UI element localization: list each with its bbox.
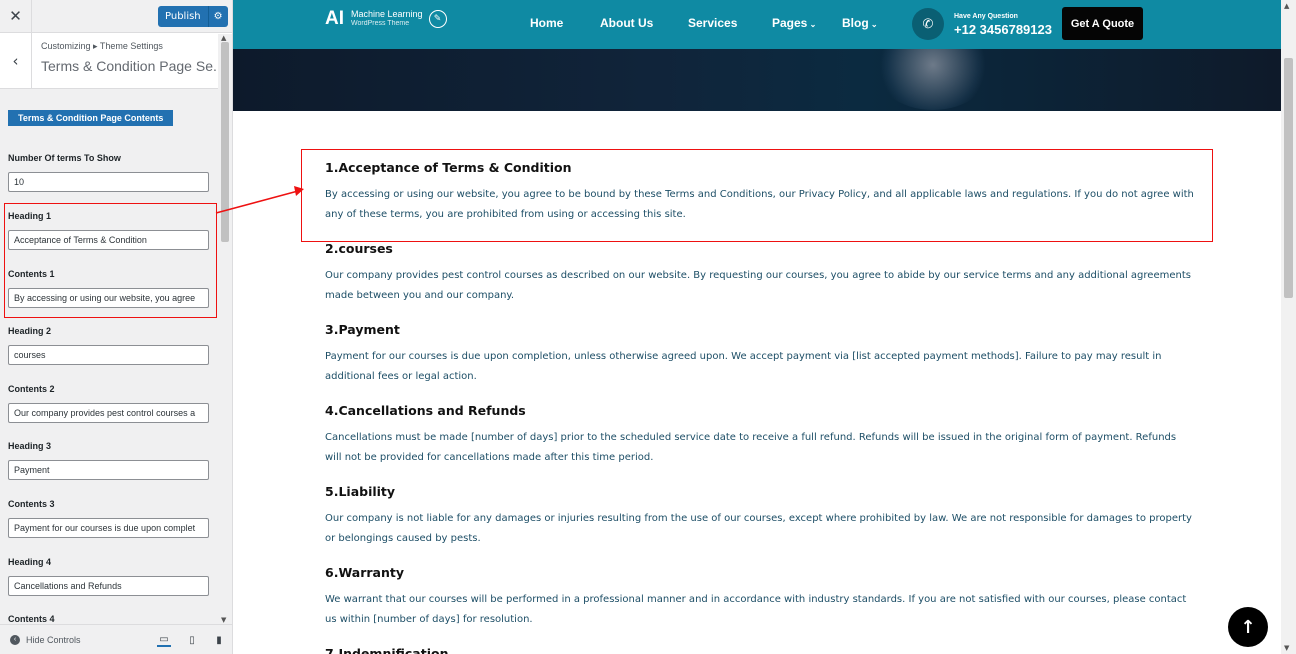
menu-services[interactable]: Services (688, 16, 737, 30)
gear-icon[interactable]: ⚙ (207, 6, 228, 27)
pencil-icon[interactable]: ✎ (428, 10, 447, 28)
contents-2-input[interactable]: Our company provides pest control course… (8, 403, 209, 423)
field-label: Heading 1 (8, 211, 52, 221)
scroll-down-icon[interactable]: ▼ (221, 616, 226, 624)
heading-3-input[interactable]: Payment (8, 460, 209, 480)
field-number-of-terms: Number Of terms To Show 10 (8, 153, 209, 192)
desktop-preview-icon[interactable]: ▭ (157, 633, 171, 647)
section-tag: Terms & Condition Page Contents (8, 110, 174, 126)
menu-home[interactable]: Home (530, 16, 563, 30)
logo-subtitle: WordPress Theme (351, 20, 410, 27)
field-heading-1: Heading 1 Acceptance of Terms & Conditio… (8, 211, 209, 250)
tablet-preview-icon[interactable]: ▯ (185, 633, 199, 647)
field-label: Number Of terms To Show (8, 153, 121, 163)
menu-blog-label: Blog (842, 16, 869, 30)
hide-controls-label: Hide Controls (26, 634, 81, 645)
logo-ai: AI (325, 8, 344, 29)
term-text: By accessing or using our website, you a… (325, 189, 1194, 220)
term-heading: 7.Indemnification (325, 646, 449, 654)
collapse-icon: ‹ (10, 634, 20, 645)
field-contents-2: Contents 2 Our company provides pest con… (8, 384, 209, 423)
hide-controls-button[interactable]: ‹ Hide Controls (10, 634, 81, 645)
term-item: 4.Cancellations and Refunds Cancellation… (325, 403, 1195, 468)
scroll-thumb[interactable] (221, 42, 229, 242)
contents-3-input[interactable]: Payment for our courses is due upon comp… (8, 518, 209, 538)
scroll-to-top-button[interactable]: ↑ (1228, 607, 1268, 647)
site-logo[interactable]: AI Machine Learning WordPress Theme ✎ (325, 8, 447, 30)
mobile-preview-icon[interactable]: ▮ (212, 633, 226, 647)
terms-list: 1.Acceptance of Terms & Condition By acc… (325, 160, 1195, 654)
field-label: Heading 4 (8, 557, 52, 567)
menu-blog[interactable]: Blog ⌄ (842, 16, 878, 30)
customizer-sidebar: ✕ Publish ⚙ ‹ Customizing ▸ Theme Settin… (0, 0, 233, 654)
phone-number[interactable]: +12 3456789123 (954, 22, 1052, 37)
breadcrumb: Customizing ▸ Theme Settings (41, 41, 163, 51)
term-heading: 6.Warranty (325, 565, 405, 580)
publish-button[interactable]: Publish (158, 6, 208, 27)
heading-2-input[interactable]: courses (8, 345, 209, 365)
term-heading: 3.Payment (325, 322, 400, 337)
customizer-topbar: ✕ Publish ⚙ (0, 0, 232, 33)
scroll-thumb[interactable] (1284, 58, 1293, 298)
menu-pages-label: Pages (772, 16, 808, 30)
term-heading: 5.Liability (325, 484, 396, 499)
menu-about-us[interactable]: About Us (600, 16, 653, 30)
term-heading: 4.Cancellations and Refunds (325, 403, 526, 418)
publish-group: Publish ⚙ (158, 6, 228, 27)
section-header: ‹ Customizing ▸ Theme Settings Terms & C… (0, 33, 232, 89)
field-heading-4: Heading 4 Cancellations and Refunds (8, 557, 209, 596)
question-label: Have Any Question (954, 13, 1018, 20)
customizer-footer: ‹ Hide Controls ▭ ▯ ▮ (0, 624, 232, 654)
back-arrow-icon[interactable]: ‹ (0, 33, 32, 88)
field-contents-1: Contents 1 By accessing or using our web… (8, 269, 209, 308)
chevron-down-icon: ⌄ (807, 20, 817, 29)
contents-1-input[interactable]: By accessing or using our website, you a… (8, 288, 209, 308)
phone-icon[interactable]: ✆ (912, 8, 944, 40)
get-a-quote-button[interactable]: Get A Quote (1062, 7, 1143, 40)
close-icon[interactable]: ✕ (0, 0, 32, 33)
term-item: 7.Indemnification (325, 646, 1195, 654)
controls-panel: Terms & Condition Page Contents Number O… (0, 90, 218, 624)
logo-title: Machine Learning (351, 9, 423, 19)
sidebar-scrollbar[interactable]: ▲ ▼ (218, 34, 232, 624)
term-item: 3.Payment Payment for our courses is due… (325, 322, 1195, 387)
site-navbar: AI Machine Learning WordPress Theme ✎ Ho… (233, 0, 1281, 49)
section-title: Terms & Condition Page Se... (41, 58, 225, 74)
heading-4-input[interactable]: Cancellations and Refunds (8, 576, 209, 596)
field-heading-2: Heading 2 courses (8, 326, 209, 365)
term-item: 2.courses Our company provides pest cont… (325, 241, 1195, 306)
scroll-up-icon[interactable]: ▲ (1284, 2, 1289, 10)
term-text: Our company is not liable for any damage… (325, 513, 1192, 544)
field-contents-4: Contents 4 (8, 614, 209, 624)
term-item: 5.Liability Our company is not liable fo… (325, 484, 1195, 549)
term-text: Our company provides pest control course… (325, 270, 1191, 301)
term-item: 1.Acceptance of Terms & Condition By acc… (325, 160, 1195, 225)
term-item: 6.Warranty We warrant that our courses w… (325, 565, 1195, 630)
term-text: We warrant that our courses will be perf… (325, 594, 1187, 625)
term-text: Cancellations must be made [number of da… (325, 432, 1177, 463)
chevron-down-icon: ⌄ (868, 20, 878, 29)
site-preview: AI Machine Learning WordPress Theme ✎ Ho… (233, 0, 1296, 654)
menu-pages[interactable]: Pages ⌄ (772, 16, 816, 30)
term-text: Payment for our courses is due upon comp… (325, 351, 1162, 382)
scroll-down-icon[interactable]: ▼ (1284, 644, 1289, 652)
field-contents-3: Contents 3 Payment for our courses is du… (8, 499, 209, 538)
arrow-up-icon: ↑ (1240, 616, 1256, 638)
field-label: Heading 3 (8, 441, 52, 451)
field-label: Contents 4 (8, 614, 55, 624)
term-heading: 1.Acceptance of Terms & Condition (325, 160, 572, 175)
field-heading-3: Heading 3 Payment (8, 441, 209, 480)
number-of-terms-input[interactable]: 10 (8, 172, 209, 192)
term-heading: 2.courses (325, 241, 393, 256)
preview-scrollbar[interactable]: ▲ ▼ (1281, 0, 1296, 654)
field-label: Heading 2 (8, 326, 52, 336)
scroll-up-icon[interactable]: ▲ (221, 34, 226, 42)
field-label: Contents 2 (8, 384, 55, 394)
field-label: Contents 3 (8, 499, 55, 509)
field-label: Contents 1 (8, 269, 55, 279)
heading-1-input[interactable]: Acceptance of Terms & Condition (8, 230, 209, 250)
